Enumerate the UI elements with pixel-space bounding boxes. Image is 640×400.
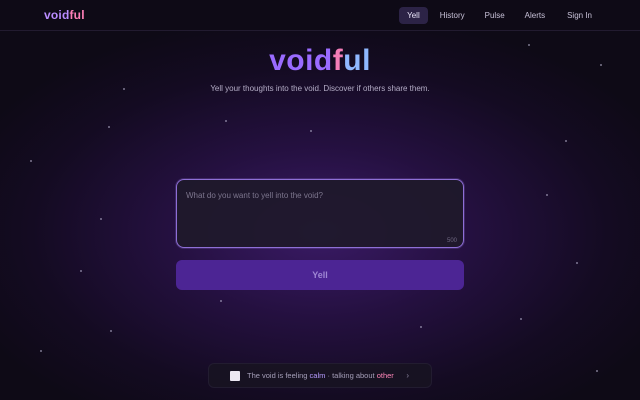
chevron-right-icon[interactable]: › [406, 371, 409, 380]
mood-status-text: The void is feeling calm · talking about… [247, 371, 394, 380]
star [100, 218, 102, 220]
star [40, 350, 42, 352]
nav-link-history[interactable]: History [432, 7, 473, 24]
void-mood-bar[interactable]: The void is feeling calm · talking about… [208, 363, 432, 388]
star [546, 194, 548, 196]
nav-link-sign-in[interactable]: Sign In [559, 7, 600, 24]
star [596, 370, 598, 372]
star [30, 160, 32, 162]
star [576, 262, 578, 264]
char-limit-counter: 500 [446, 238, 457, 244]
yell-input[interactable] [186, 191, 456, 235]
yell-button[interactable]: Yell [176, 260, 464, 290]
nav-links: Yell History Pulse Alerts Sign In [399, 7, 600, 24]
star [220, 300, 222, 302]
nav-link-alerts[interactable]: Alerts [517, 7, 553, 24]
star [108, 126, 110, 128]
mood-word: calm [309, 371, 326, 380]
star [123, 88, 125, 90]
star [420, 326, 422, 328]
star [225, 120, 227, 122]
star [80, 270, 82, 272]
mood-square-icon [230, 370, 240, 381]
hero-subtitle: Yell your thoughts into the void. Discov… [210, 84, 430, 93]
star [520, 318, 522, 320]
star [110, 330, 112, 332]
hero-title: voidful [269, 44, 371, 77]
nav-link-yell[interactable]: Yell [399, 7, 428, 24]
yell-input-container: 500 [176, 179, 464, 248]
nav-link-pulse[interactable]: Pulse [477, 7, 513, 24]
star [310, 130, 312, 132]
star [565, 140, 567, 142]
mood-topic: other [376, 371, 394, 380]
top-nav: voidful Yell History Pulse Alerts Sign I… [0, 0, 640, 31]
app-logo[interactable]: voidful [44, 8, 85, 22]
